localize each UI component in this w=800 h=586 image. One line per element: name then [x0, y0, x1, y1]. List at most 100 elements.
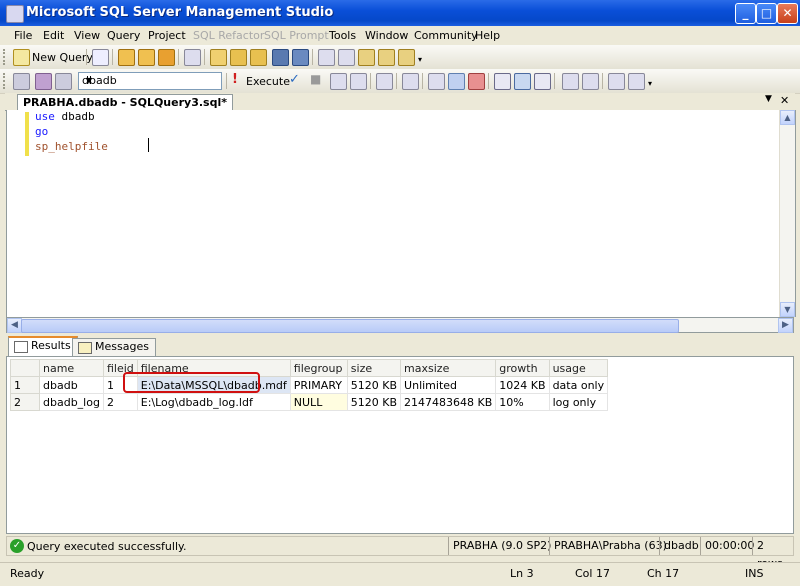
- scroll-left-icon[interactable]: ◀: [7, 318, 22, 333]
- menu-query[interactable]: Query: [107, 29, 140, 42]
- menu-community[interactable]: Community: [414, 29, 478, 42]
- tab-sqlquery3[interactable]: PRABHA.dbadb - SQLQuery3.sql*: [17, 94, 233, 110]
- open-project-icon[interactable]: [230, 49, 247, 66]
- toolbar-separator: [370, 73, 371, 89]
- registered-servers-icon[interactable]: [318, 49, 335, 66]
- analyze-query-icon[interactable]: [402, 73, 419, 90]
- add-item-icon[interactable]: [250, 49, 267, 66]
- close-button[interactable]: ✕: [777, 3, 798, 24]
- new-query-label: New Query: [32, 51, 93, 64]
- minimize-button[interactable]: _: [735, 3, 756, 24]
- specify-values-icon[interactable]: [376, 73, 393, 90]
- table-cell[interactable]: dbadb_log: [39, 393, 104, 411]
- results-to-grid-icon[interactable]: [514, 73, 531, 90]
- cancel-query-icon[interactable]: ■: [310, 72, 321, 86]
- toolbar-separator: [488, 73, 489, 89]
- table-cell[interactable]: 5120 KB: [346, 376, 402, 394]
- maximize-button[interactable]: □: [756, 3, 777, 24]
- row-number[interactable]: 2: [10, 393, 40, 411]
- table-cell[interactable]: log only: [548, 393, 609, 411]
- row-number[interactable]: 1: [10, 376, 40, 394]
- editor-horizontal-scrollbar[interactable]: ◀ ▶: [6, 317, 794, 333]
- open-folder-icon[interactable]: [210, 49, 227, 66]
- database-selector[interactable]: dbadb ▼: [78, 72, 222, 90]
- column-header[interactable]: usage: [548, 359, 609, 377]
- table-cell[interactable]: 2147483648 KB: [400, 393, 497, 411]
- increase-indent-icon[interactable]: [628, 73, 645, 90]
- menu-tools[interactable]: Tools: [329, 29, 356, 42]
- table-cell[interactable]: 1024 KB: [495, 376, 550, 394]
- query-designer-icon[interactable]: [350, 73, 367, 90]
- menu-sql-refactor[interactable]: SQL Refactor: [193, 29, 264, 42]
- decrease-indent-icon[interactable]: [608, 73, 625, 90]
- row-number-header[interactable]: [10, 359, 40, 377]
- template-explorer-icon[interactable]: [358, 49, 375, 66]
- table-cell[interactable]: PRIMARY: [289, 376, 348, 394]
- column-header[interactable]: name: [39, 359, 104, 377]
- results-to-text-option-icon[interactable]: [494, 73, 511, 90]
- editor-margin: [7, 110, 25, 317]
- display-plan-icon[interactable]: [330, 73, 347, 90]
- menu-view[interactable]: View: [74, 29, 100, 42]
- scroll-up-icon[interactable]: ▲: [780, 110, 795, 125]
- menu-help[interactable]: Help: [475, 29, 500, 42]
- toolbar-grip[interactable]: [3, 73, 8, 89]
- db-engine-query-icon[interactable]: [118, 49, 135, 66]
- object-explorer-icon[interactable]: [338, 49, 355, 66]
- uncomment-icon[interactable]: [582, 73, 599, 90]
- status-line: Ln 3: [510, 567, 534, 580]
- table-cell[interactable]: dbadb: [39, 376, 104, 394]
- scroll-right-icon[interactable]: ▶: [778, 318, 793, 333]
- table-row[interactable]: 2 dbadb_log 2 E:\Log\dbadb_log.ldf NULL …: [10, 393, 609, 411]
- table-cell[interactable]: Unlimited: [400, 376, 497, 394]
- save-icon[interactable]: [272, 49, 289, 66]
- save-all-icon[interactable]: [292, 49, 309, 66]
- copy-icon[interactable]: [184, 49, 201, 66]
- object-icon[interactable]: [55, 73, 72, 90]
- table-cell[interactable]: 2: [102, 393, 138, 411]
- toolbar-grip[interactable]: [3, 49, 8, 65]
- table-row[interactable]: 1 dbadb 1 E:\Data\MSSQL\dbadb.mdf PRIMAR…: [10, 376, 609, 394]
- tab-list-icon[interactable]: ▼: [765, 94, 772, 104]
- toolbar-separator: [312, 49, 313, 65]
- editor-vertical-scrollbar[interactable]: ▲ ▼: [779, 110, 795, 317]
- menu-edit[interactable]: Edit: [43, 29, 64, 42]
- code-database-name: dbadb: [54, 110, 95, 123]
- client-stats-icon[interactable]: [448, 73, 465, 90]
- menu-project[interactable]: Project: [148, 29, 186, 42]
- scroll-thumb[interactable]: [21, 319, 679, 333]
- column-header[interactable]: maxsize: [400, 359, 497, 377]
- new-file-icon[interactable]: [92, 49, 109, 66]
- table-cell[interactable]: E:\Log\dbadb_log.ldf: [136, 393, 291, 411]
- query-editor[interactable]: use dbadb go sp_helpfile ▲ ▼: [6, 110, 796, 317]
- table-cell[interactable]: 5120 KB: [346, 393, 402, 411]
- toolbar-options-icon[interactable]: ▾: [648, 79, 656, 88]
- results-to-file-icon[interactable]: [534, 73, 551, 90]
- properties-icon[interactable]: [398, 49, 415, 66]
- change-connection-icon[interactable]: [35, 73, 52, 90]
- menu-window[interactable]: Window: [365, 29, 408, 42]
- column-header[interactable]: growth: [495, 359, 550, 377]
- tab-results[interactable]: Results: [8, 336, 78, 357]
- scroll-down-icon[interactable]: ▼: [780, 302, 795, 317]
- analysis-query-icon[interactable]: [138, 49, 155, 66]
- keyword-go: go: [35, 125, 49, 138]
- results-to-text-icon[interactable]: [468, 73, 485, 90]
- table-cell[interactable]: data only: [548, 376, 609, 394]
- include-plan-icon[interactable]: [428, 73, 445, 90]
- check-icon[interactable]: ✓: [289, 72, 300, 87]
- solution-explorer-icon[interactable]: [378, 49, 395, 66]
- column-header[interactable]: filegroup: [289, 359, 348, 377]
- table-cell[interactable]: 10%: [495, 393, 550, 411]
- menu-bar: File Edit View Query Project SQL Refacto…: [0, 26, 800, 45]
- connect-icon[interactable]: [13, 73, 30, 90]
- comment-icon[interactable]: [562, 73, 579, 90]
- tab-messages[interactable]: Messages: [72, 338, 156, 356]
- menu-file[interactable]: File: [14, 29, 32, 42]
- column-header[interactable]: size: [346, 359, 402, 377]
- toolbar-options-icon[interactable]: ▾: [418, 55, 426, 64]
- menu-sql-prompt[interactable]: SQL Prompt: [264, 29, 329, 42]
- mdx-query-icon[interactable]: [158, 49, 175, 66]
- table-cell-null[interactable]: NULL: [289, 393, 348, 411]
- close-document-icon[interactable]: ✕: [780, 94, 789, 107]
